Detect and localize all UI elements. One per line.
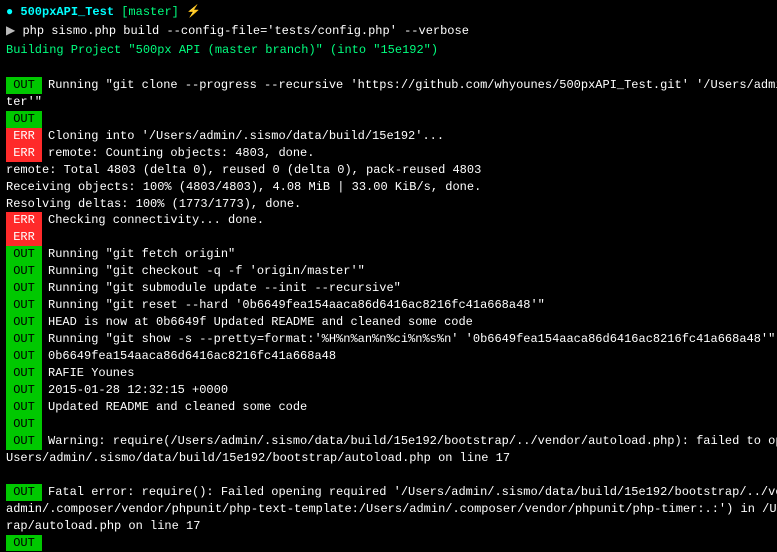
log-message: Fatal error: require(): Failed opening r…	[48, 484, 777, 501]
log-row: ERR	[0, 229, 777, 246]
log-row: OUT	[0, 111, 777, 128]
log-row: OUT Warning: require(/Users/admin/.sismo/…	[0, 433, 777, 450]
log-line: Receiving objects: 100% (4803/4803), 4.0…	[0, 179, 777, 196]
log-row: OUT Running "git fetch origin"	[0, 246, 777, 263]
log-row: OUT Updated README and cleaned some code	[0, 399, 777, 416]
prompt-arrow-icon: ▶	[6, 24, 15, 38]
out-badge: OUT	[6, 331, 42, 348]
log-message: Running "git fetch origin"	[48, 246, 235, 263]
log-row: OUT Running "git clone --progress --recur…	[0, 77, 777, 94]
log-message: HEAD is now at 0b6649f Updated README an…	[48, 314, 473, 331]
log-line: Users/admin/.sismo/data/build/15e192/boo…	[0, 450, 777, 467]
log-row: OUT Running "git show -s --pretty=format:…	[0, 331, 777, 348]
log-row: ERR Checking connectivity... done.	[0, 212, 777, 229]
log-row: OUT Running "git checkout -q -f 'origin/m…	[0, 263, 777, 280]
log-message: Warning: require(/Users/admin/.sismo/dat…	[48, 433, 777, 450]
out-badge: OUT	[6, 297, 42, 314]
log-message: 0b6649fea154aaca86d6416ac8216fc41a668a48	[48, 348, 336, 365]
log-row: OUT Running "git submodule update --init …	[0, 280, 777, 297]
prompt-indicator: ●	[6, 5, 13, 19]
err-badge: ERR	[6, 212, 42, 229]
log-message: RAFIE Younes	[48, 365, 134, 382]
out-badge: OUT	[6, 484, 42, 501]
log-message: Running "git reset --hard '0b6649fea154a…	[48, 297, 545, 314]
out-badge: OUT	[6, 348, 42, 365]
err-badge: ERR	[6, 145, 42, 162]
out-badge: OUT	[6, 314, 42, 331]
out-badge: OUT	[6, 416, 42, 433]
log-message: Running "git submodule update --init --r…	[48, 280, 401, 297]
log-row: ERR remote: Counting objects: 4803, done.	[0, 145, 777, 162]
out-badge: OUT	[6, 535, 42, 552]
log-line: remote: Total 4803 (delta 0), reused 0 (…	[0, 162, 777, 179]
log-row: OUT	[0, 535, 777, 552]
log-row: OUT	[0, 416, 777, 433]
out-badge: OUT	[6, 399, 42, 416]
log-line: ter'"	[0, 94, 777, 111]
log-row: OUT Running "git reset --hard '0b6649fea1…	[0, 297, 777, 314]
log-message: Running "git clone --progress --recursiv…	[48, 77, 777, 94]
out-badge: OUT	[6, 382, 42, 399]
log-line: admin/.composer/vendor/phpunit/php-text-…	[0, 501, 777, 518]
log-message: 2015-01-28 12:32:15 +0000	[48, 382, 228, 399]
out-badge: OUT	[6, 77, 42, 94]
log-message: Cloning into '/Users/admin/.sismo/data/b…	[48, 128, 444, 145]
log-line	[0, 467, 777, 484]
log-row: ERR Cloning into '/Users/admin/.sismo/dat…	[0, 128, 777, 145]
log-line	[0, 60, 777, 77]
log-message: remote: Counting objects: 4803, done.	[48, 145, 314, 162]
command-text: php sismo.php build --config-file='tests…	[22, 24, 468, 38]
log-output: OUT Running "git clone --progress --recur…	[0, 60, 777, 551]
out-badge: OUT	[6, 280, 42, 297]
out-badge: OUT	[6, 365, 42, 382]
log-row: OUT HEAD is now at 0b6649f Updated README…	[0, 314, 777, 331]
log-line: rap/autoload.php on line 17	[0, 518, 777, 535]
log-row: OUT 2015-01-28 12:32:15 +0000	[0, 382, 777, 399]
log-message: Running "git checkout -q -f 'origin/mast…	[48, 263, 365, 280]
shell-prompt: ● 500pxAPI_Test [master] ⚡	[0, 4, 777, 23]
log-row: OUT Fatal error: require(): Failed openin…	[0, 484, 777, 501]
out-badge: OUT	[6, 111, 42, 128]
command-line: ▶ php sismo.php build --config-file='tes…	[0, 23, 777, 42]
log-message: Updated README and cleaned some code	[48, 399, 307, 416]
err-badge: ERR	[6, 229, 42, 246]
working-directory: 500pxAPI_Test	[20, 5, 114, 19]
lightning-icon: ⚡	[186, 5, 201, 19]
out-badge: OUT	[6, 263, 42, 280]
log-row: OUT RAFIE Younes	[0, 365, 777, 382]
log-message: Checking connectivity... done.	[48, 212, 264, 229]
log-row: OUT 0b6649fea154aaca86d6416ac8216fc41a668…	[0, 348, 777, 365]
log-line: Resolving deltas: 100% (1773/1773), done…	[0, 196, 777, 213]
err-badge: ERR	[6, 128, 42, 145]
out-badge: OUT	[6, 246, 42, 263]
building-status: Building Project "500px API (master bran…	[0, 42, 777, 61]
log-message: Running "git show -s --pretty=format:'%H…	[48, 331, 775, 348]
out-badge: OUT	[6, 433, 42, 450]
git-branch: [master]	[121, 5, 179, 19]
